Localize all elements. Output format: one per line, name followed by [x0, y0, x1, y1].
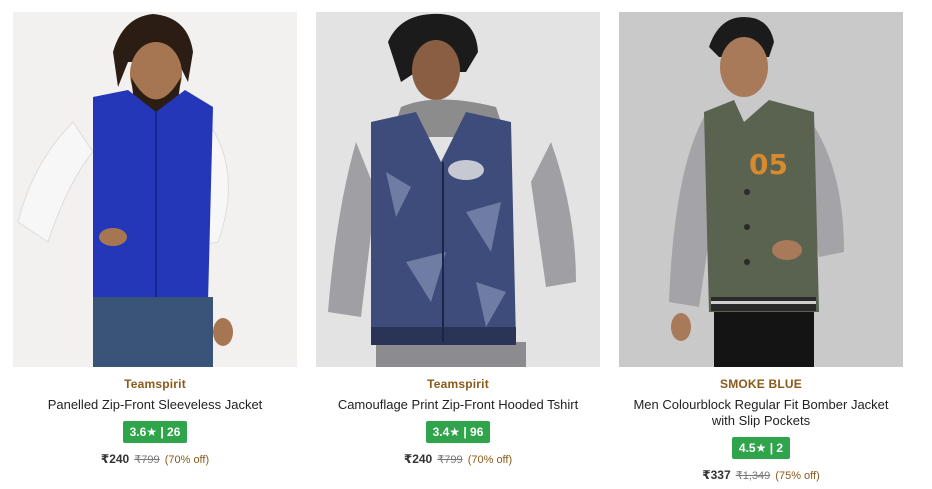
- rating-wrap: 4.5★ | 2: [619, 437, 903, 459]
- product-image[interactable]: [13, 12, 297, 367]
- price-row: ₹337 ₹1,349 (75% off): [619, 468, 903, 482]
- camouflage-hooded-vest-photo: [316, 12, 600, 367]
- product-card[interactable]: 05 SMOKE BLUE Men Colourblock Regular Fi…: [619, 12, 903, 482]
- rating-badge: 4.5★ | 2: [731, 437, 791, 459]
- price-row: ₹240 ₹799 (70% off): [13, 452, 297, 466]
- discount-label: (70% off): [467, 454, 513, 466]
- rating-wrap: 3.6★ | 26: [13, 421, 297, 443]
- rating-badge: 3.6★ | 26: [122, 421, 188, 443]
- original-price: ₹799: [134, 454, 160, 466]
- sale-price: ₹240: [403, 452, 433, 466]
- discount-label: (75% off): [775, 470, 820, 482]
- price-row: ₹240 ₹799 (70% off): [316, 452, 600, 466]
- brand-name: Teamspirit: [427, 377, 489, 391]
- rating-badge: 3.4★ | 96: [425, 421, 491, 443]
- sale-price: ₹337: [702, 468, 731, 482]
- product-image[interactable]: 05: [619, 12, 903, 367]
- product-card[interactable]: Teamspirit Panelled Zip-Front Sleeveless…: [13, 12, 297, 466]
- svg-text:05: 05: [749, 148, 788, 181]
- sale-price: ₹240: [100, 452, 130, 466]
- brand-name: Teamspirit: [124, 377, 186, 391]
- olive-bomber-jacket-photo: 05: [619, 12, 903, 367]
- brand-name: SMOKE BLUE: [719, 377, 802, 391]
- product-grid: Teamspirit Panelled Zip-Front Sleeveless…: [0, 0, 932, 489]
- original-price: ₹799: [437, 454, 463, 466]
- product-card[interactable]: Teamspirit Camouflage Print Zip-Front Ho…: [316, 12, 600, 466]
- product-title[interactable]: Camouflage Print Zip-Front Hooded Tshirt: [316, 397, 600, 413]
- product-title[interactable]: Panelled Zip-Front Sleeveless Jacket: [13, 397, 297, 413]
- original-price: ₹1,349: [735, 470, 771, 482]
- product-title[interactable]: Men Colourblock Regular Fit Bomber Jacke…: [619, 397, 903, 429]
- rating-wrap: 3.4★ | 96: [316, 421, 600, 443]
- discount-label: (70% off): [164, 454, 210, 466]
- blue-sleeveless-jacket-photo: [13, 12, 297, 367]
- product-image[interactable]: [316, 12, 600, 367]
